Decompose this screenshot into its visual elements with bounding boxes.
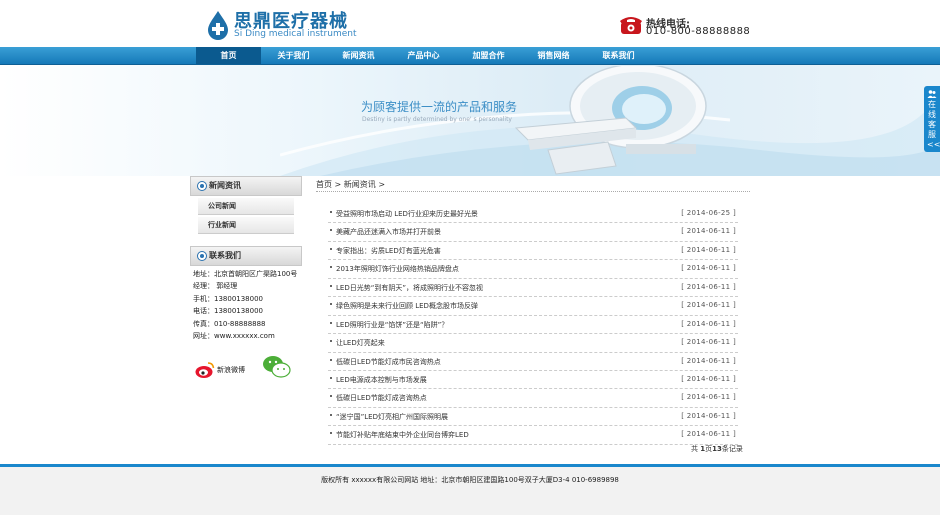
pagination-info: 共 1页13条记录	[691, 445, 743, 453]
bullet-icon	[330, 284, 332, 287]
list-item[interactable]: LED日光势“到有阴天”，将成照明行业不容忽视[ 2014-06-11 ]	[328, 279, 738, 298]
list-item[interactable]: 绿色照明是未来行业回顾 LED概念股市场反弹[ 2014-06-11 ]	[328, 297, 738, 316]
contact-mobile: 手机：13800138000	[193, 294, 263, 303]
breadcrumb-divider	[316, 191, 750, 192]
sidebar-news: 新闻资讯 公司新闻 行业新闻	[190, 176, 302, 234]
bullet-icon	[330, 395, 332, 398]
site-footer: 版权所有 xxxxxx有限公司网站 地址：北京市朝阳区建国路100号双子大厦D3…	[0, 467, 940, 515]
banner-title: 为顾客提供一流的产品和服务	[361, 100, 518, 114]
nav-item-sales-network[interactable]: 销售网络	[521, 47, 586, 64]
bullet-icon	[330, 229, 332, 232]
weibo-label: 新浪微博	[217, 366, 245, 374]
logo[interactable]: 思鼎医疗器械 Si Ding medical instrument	[206, 8, 366, 42]
logo-drop-icon	[208, 11, 228, 40]
nav-item-contact[interactable]: 联系我们	[586, 47, 651, 64]
hotline-number: 010-800-88888888	[646, 26, 751, 37]
bullet-icon	[197, 181, 207, 191]
people-icon	[927, 90, 937, 98]
sidebar-news-heading: 新闻资讯	[190, 176, 302, 196]
sidebar-item-industry-news[interactable]: 行业新闻	[198, 217, 294, 234]
bullet-icon	[330, 303, 332, 306]
bullet-icon	[330, 340, 332, 343]
nav-item-news[interactable]: 新闻资讯	[326, 47, 391, 64]
contact-manager: 经理： 郭经理	[193, 282, 238, 291]
ct-scanner-image	[514, 66, 707, 175]
online-service-tab[interactable]: 在线客服 <<	[924, 86, 940, 152]
hotline: 热线电话: 010-800-88888888	[620, 14, 750, 38]
list-item[interactable]: 2013年照明灯饰行业网络热销品牌盘点[ 2014-06-11 ]	[328, 260, 738, 279]
online-service-label: 在线客服	[928, 100, 936, 139]
nav-item-about[interactable]: 关于我们	[261, 47, 326, 64]
nav-item-home[interactable]: 首页	[196, 47, 261, 64]
list-item[interactable]: 低碳日LED节能灯成咨询热点[ 2014-06-11 ]	[328, 389, 738, 408]
sidebar-contact-heading: 联系我们	[190, 246, 302, 266]
list-item[interactable]: 受益照明市场启动 LED行业迎来历史最好光景[ 2014-06-25 ]	[328, 205, 738, 224]
breadcrumb[interactable]: 首页 > 新闻资讯 >	[316, 179, 385, 190]
contact-fax: 传真：010-88888888	[193, 319, 266, 328]
sidebar-contact: 联系我们 地址：北京首朝阳区广渠路100号 经理： 郭经理 手机：1380013…	[190, 246, 302, 386]
bullet-icon	[330, 211, 332, 213]
list-item[interactable]: 专家指出：劣质LED灯有蓝光危害[ 2014-06-11 ]	[328, 242, 738, 261]
contact-website: 网址：www.xxxxxx.com	[193, 331, 275, 340]
contact-phone: 电话：13800138000	[193, 307, 263, 316]
list-item[interactable]: 美藏产品还迷满入市场并打开前景[ 2014-06-11 ]	[328, 223, 738, 242]
site-header: 思鼎医疗器械 Si Ding medical instrument 热线电话: …	[0, 0, 940, 47]
nav-item-products[interactable]: 产品中心	[391, 47, 456, 64]
bullet-icon	[197, 251, 207, 261]
logo-subtitle: Si Ding medical instrument	[234, 29, 357, 39]
collapse-arrow-icon[interactable]: <<	[927, 140, 940, 149]
contact-address: 地址：北京首朝阳区广渠路100号	[193, 270, 298, 278]
bullet-icon	[330, 321, 332, 324]
list-item[interactable]: 让LED灯亮起来[ 2014-06-11 ]	[328, 334, 738, 353]
banner: 为顾客提供一流的产品和服务 Destiny is partly determin…	[0, 65, 940, 176]
news-list: 受益照明市场启动 LED行业迎来历史最好光景[ 2014-06-25 ] 美藏产…	[328, 205, 738, 445]
nav-item-franchise[interactable]: 加盟合作	[456, 47, 521, 64]
bullet-icon	[330, 247, 332, 250]
list-item[interactable]: “迷宁国”LED灯亮相广州国际照明展[ 2014-06-11 ]	[328, 408, 738, 427]
weibo-link[interactable]: 新浪微博	[195, 359, 255, 381]
bullet-icon	[330, 266, 332, 269]
sidebar-item-company-news[interactable]: 公司新闻	[198, 198, 294, 215]
banner-subtitle: Destiny is partly determined by one' s p…	[362, 116, 512, 123]
telephone-icon	[620, 17, 642, 34]
bullet-icon	[330, 376, 332, 379]
footer-copyright: 版权所有 xxxxxx有限公司网站 地址：北京市朝阳区建国路100号双子大厦D3…	[321, 476, 619, 484]
list-item[interactable]: 低碳日LED节能灯成市民咨询热点[ 2014-06-11 ]	[328, 353, 738, 371]
bullet-icon	[330, 432, 332, 435]
list-item[interactable]: 节能灯补贴年底结束中外企业同台博弈LED[ 2014-06-11 ]	[328, 426, 738, 445]
list-item[interactable]: LED电源成本控制与市场发展[ 2014-06-11 ]	[328, 371, 738, 390]
bullet-icon	[330, 358, 332, 361]
main-nav: 首页 关于我们 新闻资讯 产品中心 加盟合作 销售网络 联系我们	[0, 47, 940, 65]
list-item[interactable]: LED照明行业是“馅饼”还是“陷阱”？[ 2014-06-11 ]	[328, 316, 738, 335]
bullet-icon	[330, 413, 332, 416]
wechat-icon[interactable]	[262, 355, 292, 379]
weibo-icon	[195, 362, 215, 378]
